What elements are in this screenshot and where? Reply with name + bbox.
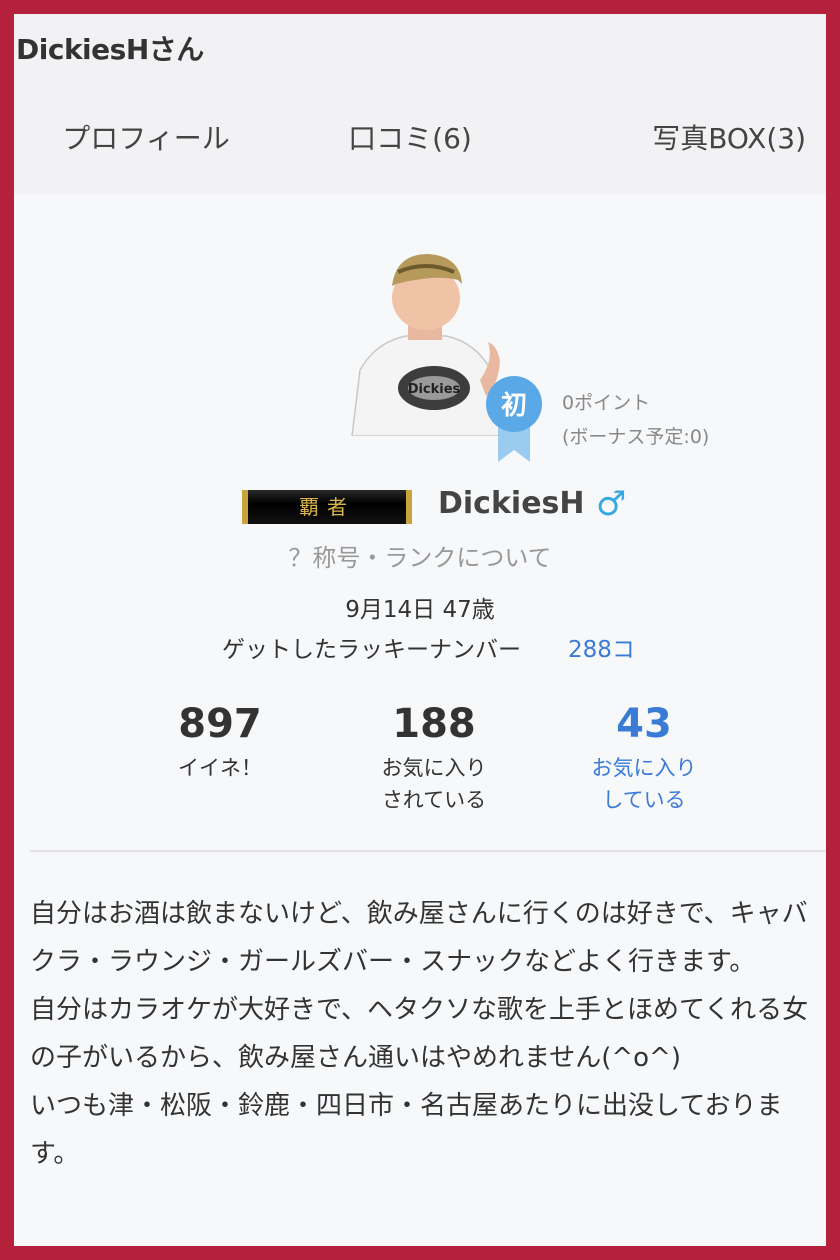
- beginner-badge-icon: 初: [486, 376, 542, 462]
- page-title: DickiesHさん: [16, 33, 204, 66]
- tab-reviews[interactable]: 口コミ(6): [278, 114, 542, 194]
- tab-profile[interactable]: プロフィール: [14, 114, 278, 214]
- bio-paragraph: 自分はお酒は飲まないけど、飲み屋さんに行くのは好きで、キャバクラ・ラウンジ・ガー…: [30, 899, 808, 977]
- profile-main: Dickies 初 0ポイント (ボーナス予定:0) 覇者 DickiesH ♂…: [14, 194, 826, 1246]
- name-row: 覇者 DickiesH ♂: [14, 476, 826, 526]
- header: DickiesHさん プロフィール 口コミ(6) 写真BOX(3): [14, 14, 826, 214]
- likes-count: 897: [178, 701, 262, 747]
- favorited-by-label-2: されている: [381, 788, 487, 812]
- divider: [30, 850, 826, 852]
- avatar-image: Dickies: [346, 250, 502, 437]
- bio-paragraph: 自分はカラオケが大好きで、ヘタクソな歌を上手とほめてくれる女の子がいるから、飲み…: [30, 995, 809, 1073]
- lucky-number-count-link[interactable]: 288コ: [568, 630, 635, 664]
- points-value: 0ポイント: [562, 392, 651, 414]
- points-info: 0ポイント (ボーナス予定:0): [562, 386, 709, 454]
- username: DickiesH: [438, 486, 585, 521]
- bio-text: 自分はお酒は飲まないけど、飲み屋さんに行くのは好きで、キャバクラ・ラウンジ・ガー…: [30, 890, 820, 1178]
- stat-favoriting[interactable]: 43 お気に入り している: [544, 700, 744, 816]
- favorited-by-count: 188: [392, 701, 476, 747]
- stats-row: 897 イイネ！ 188 お気に入り されている 43 お気に入り している: [14, 700, 826, 820]
- bio-paragraph: いつも津・松阪・鈴鹿・四日市・名古屋あたりに出没しております。: [30, 1091, 783, 1169]
- lucky-number-label: ゲットしたラッキーナンバー: [222, 637, 521, 663]
- rank-info-link[interactable]: ？称号・ランクについて: [14, 538, 826, 573]
- app-frame: DickiesHさん プロフィール 口コミ(6) 写真BOX(3) Dickie…: [14, 14, 826, 1246]
- svg-text:Dickies: Dickies: [408, 382, 461, 397]
- male-icon: ♂: [596, 484, 627, 524]
- bonus-value: (ボーナス予定:0): [562, 426, 710, 448]
- stat-favorited-by: 188 お気に入り されている: [334, 700, 534, 816]
- stat-likes: 897 イイネ！: [120, 700, 320, 784]
- likes-label: イイネ！: [178, 756, 262, 780]
- tab-photo-box[interactable]: 写真BOX(3): [542, 114, 826, 194]
- favorited-by-label-1: お気に入り: [381, 756, 487, 780]
- badge-label: 初: [501, 391, 527, 421]
- rank-plate: 覇者: [242, 490, 412, 524]
- avatar[interactable]: Dickies: [346, 250, 506, 437]
- birthday-age: 9月14日 47歳: [345, 597, 495, 623]
- favoriting-count[interactable]: 43: [544, 700, 744, 748]
- favoriting-label-1[interactable]: お気に入り: [544, 752, 744, 784]
- tab-bar: プロフィール 口コミ(6) 写真BOX(3): [14, 114, 826, 214]
- favoriting-label-2[interactable]: している: [544, 784, 744, 816]
